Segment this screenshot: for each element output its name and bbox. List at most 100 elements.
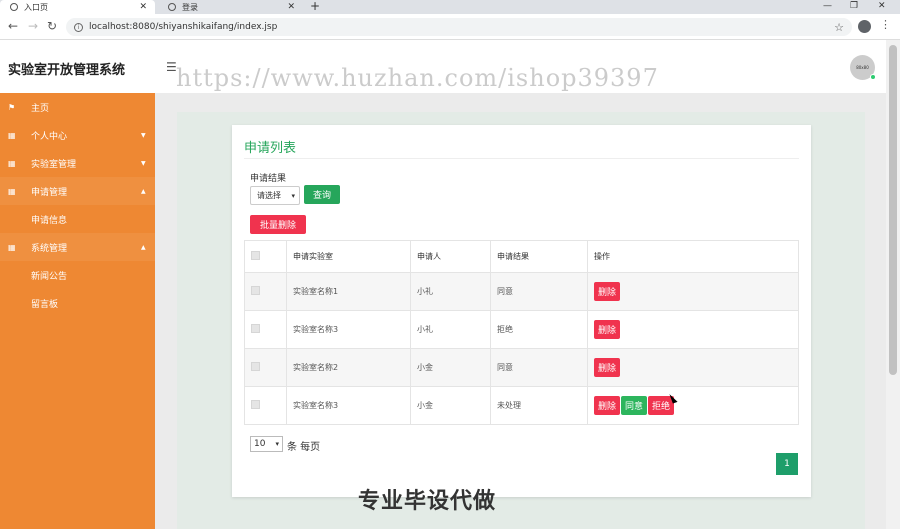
minimize-icon[interactable]: — [823, 0, 832, 12]
select-all-cell [244, 240, 287, 273]
url-text: localhost:8080/shiyanshikaifang/index.js… [89, 22, 278, 32]
grid-icon: ▦ [8, 242, 16, 252]
lab-cell: 实验室名称3 [286, 310, 411, 349]
grid-icon: ▦ [8, 158, 16, 168]
applicant-cell: 小金 [410, 348, 491, 387]
address-bar-row: ← → ↻ i localhost:8080/shiyanshikaifang/… [0, 14, 900, 40]
applicant-cell: 小礼 [410, 310, 491, 349]
flag-icon: ⚑ [8, 102, 16, 112]
sidebar-item-label: 申请管理 [31, 187, 68, 198]
applicant-cell: 小礼 [410, 272, 491, 311]
star-icon[interactable]: ☆ [834, 21, 844, 34]
delete-button[interactable]: 删除 [594, 396, 621, 415]
actions-cell: 删除 同意 拒绝 [587, 386, 799, 425]
page-size-select[interactable]: 10 ▾ [250, 436, 283, 452]
row-select-cell [244, 386, 287, 425]
info-icon[interactable]: i [74, 22, 83, 32]
row-checkbox[interactable] [251, 286, 260, 295]
caret-up-icon: ▲ [141, 187, 146, 195]
chevron-down-icon: ▾ [291, 191, 295, 200]
table-header-row: 申请实验室 申请人 申请结果 操作 [244, 240, 799, 273]
window-close-icon[interactable]: ✕ [878, 0, 886, 12]
table-row: 实验室名称3 小金 未处理 删除 同意 拒绝 [244, 386, 799, 425]
application-table: 申请实验室 申请人 申请结果 操作 实验室名称1 小礼 同意 删除 实验室名称3… [244, 240, 799, 425]
result-cell: 同意 [490, 272, 588, 311]
tab-title: 登录 [182, 2, 198, 12]
sidebar-item-lab-management[interactable]: ▦ 实验室管理 ▼ [0, 149, 155, 177]
sidebar-item-system-management[interactable]: ▦ 系统管理 ▲ [0, 233, 155, 261]
app-header: 实验室开放管理系统 ☰ https://www.huzhan.com/ishop… [0, 40, 886, 93]
row-select-cell [244, 310, 287, 349]
new-tab-icon[interactable]: + [310, 0, 320, 13]
sidebar-item-label: 新闻公告 [31, 271, 68, 282]
row-select-cell [244, 272, 287, 311]
sidebar-item-home[interactable]: ⚑ 主页 [0, 93, 155, 121]
sidebar-item-news[interactable]: 新闻公告 [0, 261, 155, 289]
divider [244, 158, 799, 159]
close-icon[interactable]: ✕ [139, 2, 147, 12]
page-size-value: 10 [254, 439, 266, 449]
sidebar-item-label: 实验室管理 [31, 159, 77, 170]
table-row: 实验室名称1 小礼 同意 删除 [244, 272, 799, 311]
reload-icon[interactable]: ↻ [47, 19, 57, 33]
url-input[interactable]: i localhost:8080/shiyanshikaifang/index.… [66, 18, 852, 36]
scrollbar-thumb[interactable] [889, 45, 897, 375]
online-status-dot [870, 74, 876, 80]
globe-icon [10, 3, 18, 11]
app-title: 实验室开放管理系统 [8, 63, 126, 78]
actions-cell: 删除 [587, 310, 799, 349]
application-list-card: 申请列表 申请结果 请选择 ▾ 查询 批量删除 申请实验室 申请人 申请结果 操… [232, 125, 811, 497]
page-title: 申请列表 [244, 141, 297, 156]
lab-cell: 实验室名称2 [286, 348, 411, 387]
caret-down-icon: ▼ [141, 159, 146, 167]
caret-down-icon: ▼ [141, 131, 146, 139]
select-all-checkbox[interactable] [251, 251, 260, 260]
column-header: 操作 [587, 240, 799, 273]
globe-icon [168, 3, 176, 11]
batch-delete-button[interactable]: 批量删除 [250, 215, 306, 234]
profile-icon[interactable] [858, 20, 871, 33]
sidebar-item-application-management[interactable]: ▦ 申请管理 ▲ [0, 177, 155, 205]
page-button-1[interactable]: 1 [776, 453, 798, 475]
delete-button[interactable]: 删除 [594, 358, 621, 377]
table-row: 实验室名称2 小金 同意 删除 [244, 348, 799, 387]
sidebar-item-message-board[interactable]: 留言板 [0, 289, 155, 317]
row-checkbox[interactable] [251, 362, 260, 371]
applicant-cell: 小金 [410, 386, 491, 425]
column-header: 申请人 [410, 240, 491, 273]
sidebar: ⚑ 主页 ▦ 个人中心 ▼ ▦ 实验室管理 ▼ ▦ 申请管理 ▲ 申请信息 ▦ … [0, 93, 155, 529]
sidebar-item-label: 主页 [31, 103, 50, 114]
result-filter-select[interactable]: 请选择 ▾ [250, 186, 300, 205]
sidebar-item-application-info[interactable]: 申请信息 [0, 205, 155, 233]
grid-icon: ▦ [8, 130, 16, 140]
delete-button[interactable]: 删除 [594, 282, 621, 301]
forward-icon[interactable]: → [28, 19, 38, 33]
browser-tab-login[interactable]: 登录 ✕ [158, 0, 303, 14]
sidebar-item-label: 申请信息 [31, 215, 68, 226]
close-icon[interactable]: ✕ [287, 2, 295, 12]
browser-tabstrip: 入口页 ✕ 登录 ✕ + — ❐ ✕ [0, 0, 900, 14]
column-header: 申请实验室 [286, 240, 411, 273]
result-cell: 拒绝 [490, 310, 588, 349]
browser-tab-home[interactable]: 入口页 ✕ [0, 0, 155, 14]
reject-button[interactable]: 拒绝 [648, 396, 675, 415]
approve-button[interactable]: 同意 [621, 396, 648, 415]
sidebar-item-label: 系统管理 [31, 243, 68, 254]
result-cell: 未处理 [490, 386, 588, 425]
tab-title: 入口页 [24, 2, 48, 12]
back-icon[interactable]: ← [8, 19, 18, 33]
row-checkbox[interactable] [251, 324, 260, 333]
grid-icon: ▦ [8, 186, 16, 196]
more-menu-icon[interactable]: ⋮ [880, 18, 891, 31]
watermark-text: https://www.huzhan.com/ishop39397 [176, 64, 659, 92]
row-select-cell [244, 348, 287, 387]
filter-label: 申请结果 [250, 174, 287, 184]
sidebar-item-personal[interactable]: ▦ 个人中心 ▼ [0, 121, 155, 149]
query-button[interactable]: 查询 [304, 185, 340, 204]
chevron-down-icon: ▾ [275, 440, 279, 448]
restore-icon[interactable]: ❐ [850, 0, 858, 12]
bottom-overlay-text: 专业毕设代做 [358, 489, 497, 514]
row-checkbox[interactable] [251, 400, 260, 409]
actions-cell: 删除 [587, 272, 799, 311]
delete-button[interactable]: 删除 [594, 320, 621, 339]
